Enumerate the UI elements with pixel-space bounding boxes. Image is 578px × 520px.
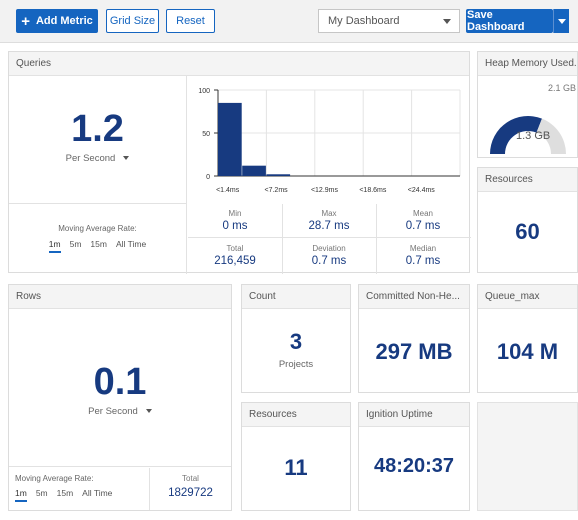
queries-histogram: 0 50 100 <1.4ms <7.2ms <12.9ms <18.6ms <24.4ms (198, 88, 461, 194)
y-tick-label: 0 (206, 174, 210, 181)
resources-value: 60 (515, 219, 540, 244)
uptime-title: Ignition Uptime (359, 403, 469, 427)
histogram-bar (266, 174, 291, 176)
count-panel: Count 3 Projects (241, 284, 351, 393)
queries-rate-tabs: 1m 5m 15m All Time (9, 239, 186, 253)
rows-panel: Rows 0.1 Per Second Moving Average Rate:… (8, 284, 232, 511)
toolbar: + Add Metric Grid Size Reset My Dashboar… (0, 0, 578, 43)
queries-moving-label: Moving Average Rate: (58, 224, 137, 233)
caret-down-icon (123, 156, 130, 161)
stat-mean-value: 0.7 ms (405, 220, 441, 232)
count-title: Count (242, 285, 350, 309)
grid-size-button[interactable]: Grid Size (106, 9, 159, 33)
histogram-bar (218, 102, 242, 176)
queries-unit-label: Per Second (65, 153, 116, 164)
rows-moving-average: Moving Average Rate: 1m 5m 15m All Time (9, 468, 150, 510)
y-tick-label: 100 (198, 88, 210, 95)
rows-total: Total 1829722 (150, 468, 231, 510)
heap-memory-title: Heap Memory Used... (478, 52, 577, 76)
stat-deviation-value: 0.7 ms (311, 255, 347, 267)
committed-title: Committed Non-He... (359, 285, 469, 309)
stat-max: Max 28.7 ms (282, 209, 376, 232)
resources-bottom-title: Resources (242, 403, 350, 427)
committed-value: 297 MB (375, 339, 453, 364)
heap-memory-max: 2.1 GB (548, 83, 577, 93)
rate-tab-15m[interactable]: 15m (90, 239, 107, 253)
queries-stats: Min 0 ms Max 28.7 ms Mean 0.7 ms Total 2… (188, 204, 471, 274)
x-tick-label: <12.9ms (311, 187, 339, 194)
dashboard-select-value: My Dashboard (328, 15, 400, 27)
save-dashboard-button[interactable]: Save Dashboard (466, 9, 553, 33)
y-tick-label: 50 (202, 131, 210, 138)
rate-tab-all-time[interactable]: All Time (116, 239, 146, 253)
histogram-bar (242, 165, 266, 176)
rows-total-label: Total (182, 474, 199, 483)
chevron-down-icon (443, 19, 451, 24)
queries-unit-selector[interactable]: Per Second (9, 153, 186, 164)
rows-unit-label: Per Second (88, 406, 138, 417)
x-tick-label: <18.6ms (359, 187, 387, 194)
plus-icon: + (21, 12, 30, 30)
rows-total-value: 1829722 (168, 487, 213, 499)
queue-max-value: 104 M (496, 339, 559, 364)
heap-memory-panel: Heap Memory Used... 2.1 GB 1.3 GB (477, 51, 578, 158)
rate-tab-all-time[interactable]: All Time (82, 488, 112, 502)
queries-moving-average: Moving Average Rate: 1m 5m 15m All Time (9, 204, 187, 274)
stat-deviation-label: Deviation (312, 244, 346, 253)
empty-grid-slot (477, 402, 578, 511)
queue-max-panel: Queue_max 104 M (477, 284, 578, 393)
rate-tab-1m[interactable]: 1m (48, 239, 61, 253)
rows-moving-label: Moving Average Rate: (15, 474, 94, 483)
stat-min: Min 0 ms (188, 209, 282, 232)
resources-bottom-value: 11 (284, 455, 308, 480)
caret-down-icon (145, 409, 152, 414)
stat-total-label: Total (226, 244, 244, 253)
add-metric-button[interactable]: + Add Metric (16, 9, 98, 33)
uptime-value: 48:20:37 (373, 455, 455, 477)
stat-min-value: 0 ms (222, 220, 248, 232)
x-tick-label: <24.4ms (408, 187, 436, 194)
rate-tab-5m[interactable]: 5m (70, 239, 82, 253)
queries-value: 1.2 (71, 108, 124, 150)
stat-median: Median 0.7 ms (376, 244, 470, 267)
rows-title: Rows (9, 285, 231, 309)
save-options-dropdown[interactable] (553, 9, 569, 33)
stat-median-label: Median (409, 244, 437, 253)
stat-deviation: Deviation 0.7 ms (282, 244, 376, 267)
queue-max-title: Queue_max (478, 285, 577, 309)
heap-memory-value: 1.3 GB (516, 130, 551, 142)
x-tick-label: <7.2ms (265, 187, 289, 194)
rate-tab-15m[interactable]: 15m (57, 488, 74, 502)
resources-title: Resources (478, 168, 577, 192)
stat-median-value: 0.7 ms (405, 255, 441, 267)
queries-panel: Queries 1.2 Per Second 0 50 100 <1.4ms <7.2m… (8, 51, 471, 274)
stat-max-label: Max (321, 209, 337, 218)
x-tick-label: <1.4ms (216, 187, 240, 194)
resources-panel-top: Resources 60 (477, 167, 578, 273)
committed-panel: Committed Non-He... 297 MB (358, 284, 470, 393)
count-value: 3 (289, 329, 303, 354)
queries-rate-area: 1.2 Per Second (9, 76, 187, 204)
resources-panel-bottom: Resources 11 (241, 402, 351, 511)
dashboard-select[interactable]: My Dashboard (318, 9, 460, 33)
stat-mean: Mean 0.7 ms (376, 209, 470, 232)
uptime-panel: Ignition Uptime 48:20:37 (358, 402, 470, 511)
count-sub: Projects (278, 359, 314, 370)
rows-rate-area: 0.1 Per Second (9, 309, 231, 467)
stat-total: Total 216,459 (188, 244, 282, 267)
add-metric-label: Add Metric (35, 15, 93, 27)
rows-unit-selector[interactable]: Per Second (9, 406, 231, 417)
rate-tab-5m[interactable]: 5m (36, 488, 48, 502)
reset-button[interactable]: Reset (166, 9, 215, 33)
stat-total-value: 216,459 (214, 255, 256, 267)
stat-min-label: Min (228, 209, 242, 218)
stat-max-value: 28.7 ms (308, 220, 350, 232)
rate-tab-1m[interactable]: 1m (15, 488, 27, 502)
queries-title: Queries (9, 52, 469, 76)
rows-rate-tabs: 1m 5m 15m All Time (15, 488, 149, 502)
rows-value: 0.1 (93, 361, 147, 403)
stat-mean-label: Mean (412, 209, 433, 218)
